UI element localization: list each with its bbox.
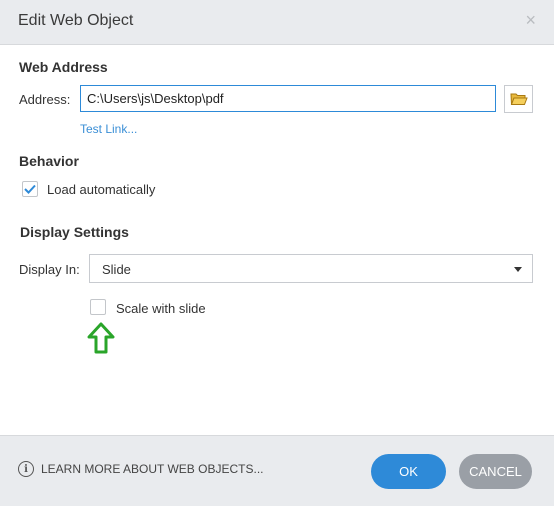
display-in-select[interactable]: Slide — [89, 254, 533, 283]
test-link[interactable]: Test Link... — [80, 122, 137, 136]
behavior-heading: Behavior — [19, 153, 79, 169]
dialog-titlebar: Edit Web Object × — [0, 0, 554, 45]
scale-with-slide-label: Scale with slide — [116, 301, 206, 316]
ok-button[interactable]: OK — [371, 454, 446, 489]
address-label: Address: — [19, 92, 71, 107]
up-arrow-icon — [87, 322, 115, 354]
dialog-title: Edit Web Object — [18, 12, 134, 29]
info-icon: i — [18, 461, 34, 477]
load-automatically-label: Load automatically — [47, 182, 156, 197]
cancel-button[interactable]: CANCEL — [459, 454, 532, 489]
display-in-value: Slide — [102, 262, 131, 277]
load-automatically-checkbox[interactable] — [22, 181, 38, 197]
learn-more-link[interactable]: i LEARN MORE ABOUT WEB OBJECTS... — [18, 461, 264, 477]
checkmark-icon — [24, 184, 36, 194]
learn-more-text: LEARN MORE ABOUT WEB OBJECTS... — [41, 462, 264, 476]
browse-button[interactable] — [504, 85, 533, 113]
web-address-heading: Web Address — [19, 59, 108, 75]
scale-with-slide-checkbox[interactable] — [90, 299, 106, 315]
display-in-label: Display In: — [19, 262, 80, 277]
address-input[interactable] — [80, 85, 496, 112]
edit-web-object-dialog: Edit Web Object × Web Address Address: T… — [0, 0, 554, 506]
display-settings-heading: Display Settings — [20, 224, 129, 240]
folder-open-icon — [509, 93, 528, 105]
close-icon[interactable]: × — [525, 10, 536, 31]
chevron-down-icon — [514, 267, 522, 272]
